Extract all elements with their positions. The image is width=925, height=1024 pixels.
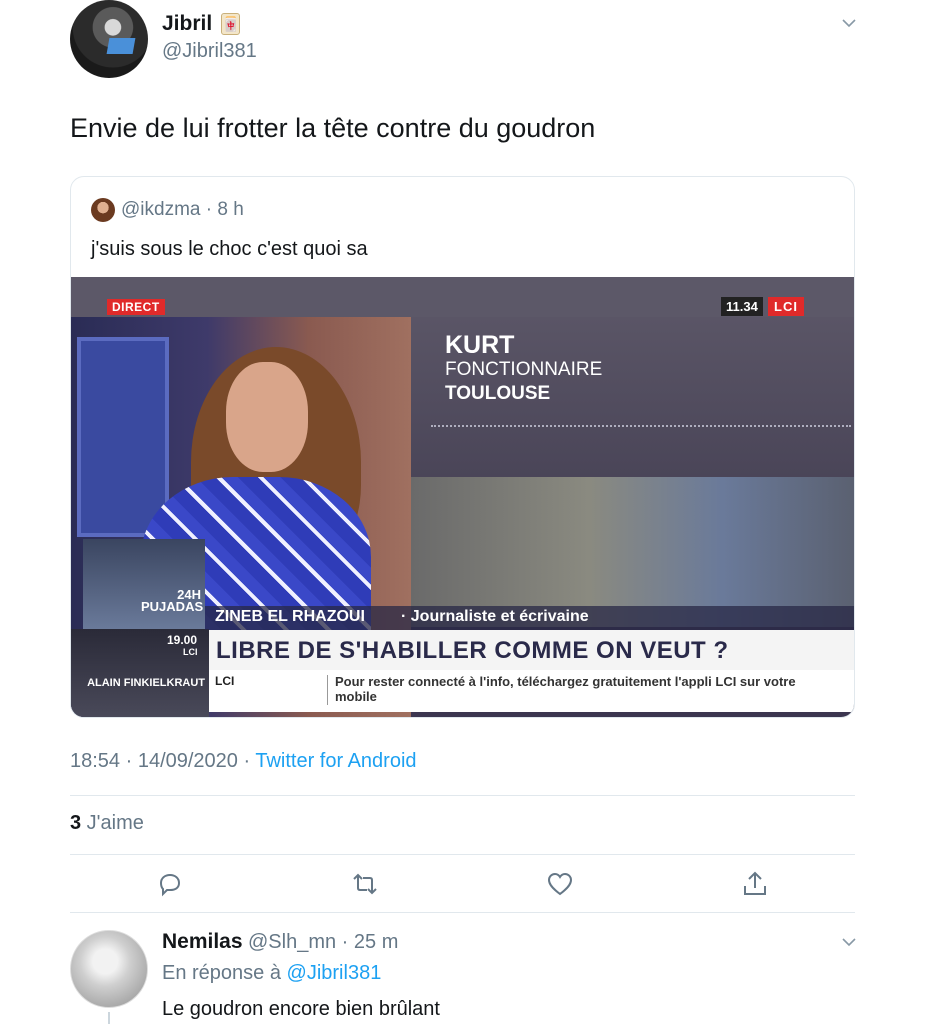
chevron-down-icon[interactable]	[840, 933, 858, 951]
program-thumbnail-2-name: ALAIN FINKIELKRAUT	[87, 677, 205, 689]
divider	[70, 795, 855, 796]
tweet-text: Envie de lui frotter la tête contre du g…	[70, 113, 596, 143]
reply-author-name[interactable]: Nemilas	[162, 930, 243, 954]
audio-waveform	[431, 425, 851, 439]
reply-context-prefix: En réponse à	[162, 962, 287, 984]
divider	[70, 912, 855, 913]
reply-author-avatar[interactable]	[70, 930, 148, 1008]
channel-logo: LCI	[768, 297, 804, 316]
thread-line	[108, 1012, 110, 1024]
divider	[70, 854, 855, 855]
likes-count: 3	[70, 812, 82, 834]
share-icon[interactable]	[741, 870, 769, 898]
chevron-down-icon[interactable]	[840, 14, 858, 32]
quoted-tweet-card[interactable]: @ikdzma · 8 h j'suis sous le choc c'est …	[70, 176, 855, 718]
quoted-tweet-text: j'suis sous le choc c'est quoi sa	[91, 238, 368, 260]
ticker-separator	[327, 675, 328, 705]
program-thumbnail-1	[83, 539, 205, 629]
reply-handle-time[interactable]: @Slh_mn · 25 m	[248, 931, 398, 954]
speaker-name: ZINEB EL RHAZOUI	[215, 608, 365, 625]
ticker-text: Pour rester connecté à l'info, télécharg…	[335, 674, 796, 704]
street-footage	[411, 477, 854, 627]
guest-city: TOULOUSE	[445, 383, 551, 404]
author-avatar[interactable]	[70, 0, 148, 78]
program-thumbnail-2-time: 19.00	[167, 633, 198, 647]
studio-panel	[77, 337, 169, 537]
program-thumbnail-1-label: 24H PUJADAS	[141, 587, 204, 614]
speaker-face	[226, 362, 308, 472]
headline-text: LIBRE DE S'HABILLER COMME ON VEUT ?	[216, 637, 729, 664]
guest-name: KURT	[445, 331, 515, 359]
retweet-icon[interactable]	[351, 870, 379, 898]
tweet-timestamp[interactable]: 18:54 · 14/09/2020	[70, 750, 238, 772]
author-handle[interactable]: @Jibril381	[162, 40, 257, 63]
guest-role: FONCTIONNAIRE	[445, 359, 603, 380]
tweet-meta: 18:54 · 14/09/2020 · Twitter for Android	[70, 750, 417, 773]
tweet-source-link[interactable]: Twitter for Android	[255, 750, 416, 772]
meta-separator: ·	[237, 750, 256, 772]
broadcast-clock: 11.34	[721, 297, 763, 316]
quoted-author-avatar	[91, 198, 115, 222]
reply-icon[interactable]	[156, 870, 184, 898]
video-player[interactable]: DIRECT 11.34 LCI KURT FONCTIONNAIRE TOUL…	[71, 277, 854, 717]
reply-mention-link[interactable]: @Jibril381	[287, 962, 382, 984]
reply-text: Le goudron encore bien brûlant	[162, 998, 440, 1020]
speaker-role: · Journaliste et écrivaine	[401, 608, 589, 625]
ticker-channel: LCI	[215, 674, 235, 688]
author-name[interactable]: Jibril	[162, 12, 212, 36]
likes-label: J'aime	[81, 812, 144, 834]
reply-context: En réponse à @Jibril381	[162, 962, 381, 985]
quoted-handle-time: @ikdzma · 8 h	[121, 199, 244, 220]
program-thumbnail-2-channel: LCI	[183, 647, 198, 657]
like-icon[interactable]	[546, 870, 574, 898]
likes-stat[interactable]: 3 J'aime	[70, 812, 144, 835]
mahjong-badge-icon: 🀄	[221, 13, 240, 35]
live-badge: DIRECT	[107, 299, 165, 315]
